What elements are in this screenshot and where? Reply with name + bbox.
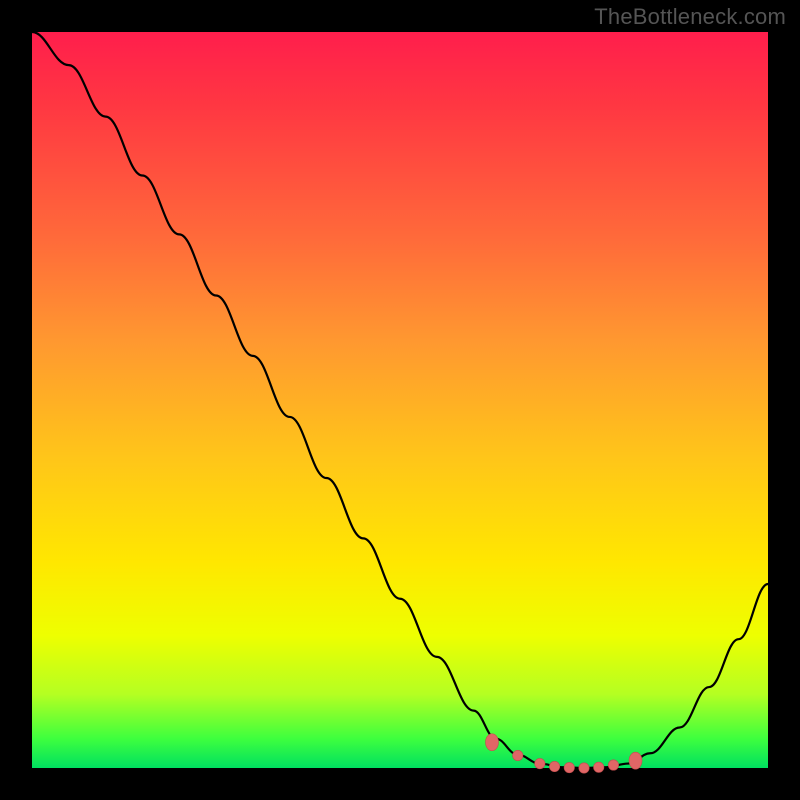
watermark-text: TheBottleneck.com <box>594 4 786 30</box>
bottleneck-curve <box>32 32 768 768</box>
highlight-marker <box>608 760 618 770</box>
plot-area <box>32 32 768 768</box>
highlight-marker <box>564 762 574 772</box>
highlight-marker <box>486 734 499 751</box>
highlight-marker <box>629 752 642 769</box>
highlight-marker <box>513 750 523 760</box>
highlight-marker <box>549 761 559 771</box>
highlight-marker <box>535 758 545 768</box>
chart-page: TheBottleneck.com <box>0 0 800 800</box>
highlight-marker <box>594 762 604 772</box>
chart-svg <box>32 32 768 768</box>
highlight-marker <box>579 763 589 773</box>
